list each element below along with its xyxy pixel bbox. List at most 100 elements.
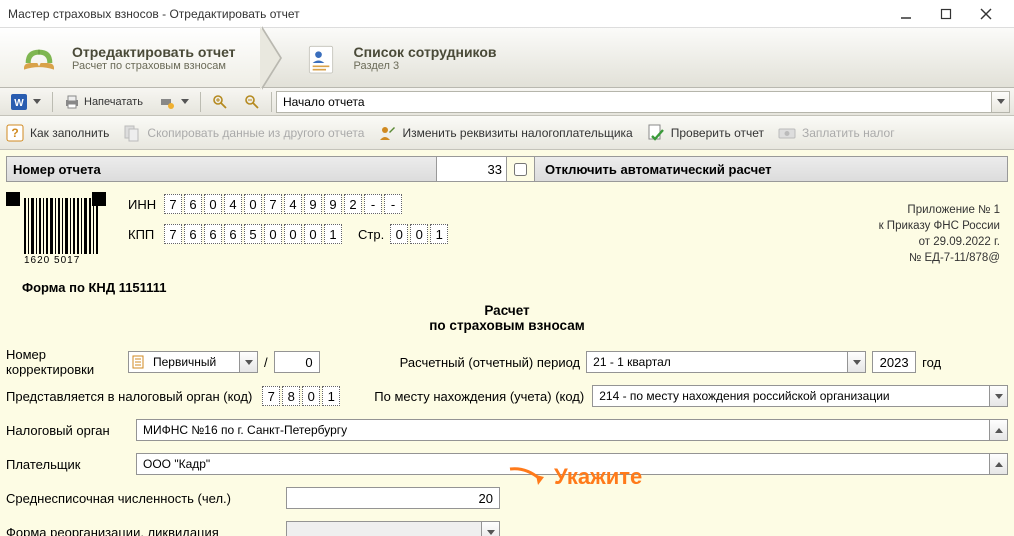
zoom-in-button[interactable] bbox=[205, 91, 235, 113]
barcode-text: 1620 5017 bbox=[24, 255, 80, 266]
correction-number-input[interactable] bbox=[274, 351, 320, 373]
tax-body-label: Налоговый орган bbox=[6, 423, 136, 438]
inn-cells[interactable]: 7604074992-- bbox=[164, 194, 404, 214]
print-settings-button[interactable] bbox=[152, 91, 196, 113]
page-label: Стр. bbox=[358, 227, 384, 242]
svg-text:?: ? bbox=[11, 126, 18, 140]
digit-cell[interactable]: 0 bbox=[302, 386, 320, 406]
word-export-button[interactable]: W bbox=[4, 91, 48, 113]
printer-icon bbox=[64, 94, 80, 110]
reorg-select[interactable] bbox=[286, 521, 500, 536]
edit-taxpayer-button[interactable]: Изменить реквизиты налогоплательщика bbox=[378, 124, 632, 142]
digit-cell[interactable]: - bbox=[364, 194, 382, 214]
digit-cell[interactable]: 1 bbox=[430, 224, 448, 244]
form-knd-code: Форма по КНД 1151111 bbox=[22, 280, 1008, 295]
digit-cell[interactable]: 1 bbox=[322, 386, 340, 406]
person-edit-icon bbox=[378, 124, 396, 142]
digit-cell[interactable]: 0 bbox=[264, 224, 282, 244]
period-label: Расчетный (отчетный) период bbox=[400, 355, 581, 370]
digit-cell[interactable]: 5 bbox=[244, 224, 262, 244]
report-title: Расчет bbox=[6, 303, 1008, 318]
pay-button: Заплатить налог bbox=[778, 124, 895, 142]
tax-body-input[interactable]: МИФНС №16 по г. Санкт-Петербургу bbox=[136, 419, 1008, 441]
digit-cell[interactable]: - bbox=[384, 194, 402, 214]
digit-cell[interactable]: 0 bbox=[284, 224, 302, 244]
print-button[interactable]: Напечатать bbox=[57, 91, 150, 113]
digit-cell[interactable]: 9 bbox=[324, 194, 342, 214]
digit-cell[interactable]: 8 bbox=[282, 386, 300, 406]
disable-auto-checkbox[interactable] bbox=[514, 163, 527, 176]
check-button[interactable]: Проверить отчет bbox=[647, 124, 764, 142]
digit-cell[interactable]: 6 bbox=[184, 224, 202, 244]
wizard-steps: Отредактировать отчет Расчет по страховы… bbox=[0, 28, 1014, 88]
digit-cell[interactable]: 1 bbox=[324, 224, 342, 244]
digit-cell[interactable]: 7 bbox=[164, 194, 182, 214]
kpp-cells[interactable]: 766650001 bbox=[164, 224, 344, 244]
year-input[interactable] bbox=[872, 351, 916, 373]
dropdown-icon[interactable] bbox=[847, 352, 865, 372]
digit-cell[interactable]: 0 bbox=[244, 194, 262, 214]
reorg-label: Форма реорганизации, ликвидация bbox=[6, 525, 286, 536]
digit-cell[interactable]: 9 bbox=[304, 194, 322, 214]
help-icon: ? bbox=[6, 124, 24, 142]
arrow-icon bbox=[508, 465, 546, 489]
section-combo[interactable] bbox=[276, 91, 1010, 113]
close-button[interactable] bbox=[966, 0, 1006, 28]
check-label: Проверить отчет bbox=[671, 126, 764, 140]
toolbar-actions: ? Как заполнить Скопировать данные из др… bbox=[0, 116, 1014, 150]
report-number-row: Номер отчета Отключить автоматический ра… bbox=[6, 156, 1008, 182]
field-expand-button[interactable] bbox=[989, 454, 1007, 474]
digit-cell[interactable]: 7 bbox=[264, 194, 282, 214]
location-value: 214 - по месту нахождения российской орг… bbox=[593, 389, 989, 403]
check-icon bbox=[647, 124, 665, 142]
document-icon bbox=[129, 355, 147, 369]
avg-headcount-input[interactable] bbox=[286, 487, 500, 509]
titlebar: Мастер страховых взносов - Отредактирова… bbox=[0, 0, 1014, 28]
inn-label: ИНН bbox=[128, 197, 164, 212]
zoom-in-icon bbox=[212, 94, 228, 110]
correction-type-select[interactable]: Первичный bbox=[128, 351, 258, 373]
dropdown-icon[interactable] bbox=[481, 522, 499, 536]
dropdown-icon[interactable] bbox=[239, 352, 257, 372]
digit-cell[interactable]: 2 bbox=[344, 194, 362, 214]
tax-office-cells[interactable]: 7801 bbox=[262, 386, 342, 406]
correction-label: Номер корректировки bbox=[6, 347, 128, 377]
maximize-button[interactable] bbox=[926, 0, 966, 28]
location-select[interactable]: 214 - по месту нахождения российской орг… bbox=[592, 385, 1008, 407]
report-subtitle: по страховым взносам bbox=[6, 318, 1008, 333]
digit-cell[interactable]: 0 bbox=[410, 224, 428, 244]
section-combo-dropdown[interactable] bbox=[992, 91, 1010, 113]
tax-office-label: Представляется в налоговый орган (код) bbox=[6, 389, 252, 404]
wizard-step2-title: Список сотрудников bbox=[354, 44, 497, 60]
minimize-button[interactable] bbox=[886, 0, 926, 28]
report-number-input[interactable] bbox=[437, 157, 507, 181]
digit-cell[interactable]: 0 bbox=[390, 224, 408, 244]
digit-cell[interactable]: 7 bbox=[164, 224, 182, 244]
digit-cell[interactable]: 0 bbox=[304, 224, 322, 244]
wizard-step-employees[interactable]: Список сотрудников Раздел 3 bbox=[260, 28, 521, 87]
printer-gear-icon bbox=[159, 94, 175, 110]
wizard-step-edit-report[interactable]: Отредактировать отчет Расчет по страховы… bbox=[0, 28, 260, 87]
section-combo-input[interactable] bbox=[276, 91, 992, 113]
report-form: Номер отчета Отключить автоматический ра… bbox=[0, 150, 1014, 536]
svg-text:W: W bbox=[14, 98, 24, 109]
year-suffix: год bbox=[922, 355, 941, 370]
digit-cell[interactable]: 4 bbox=[224, 194, 242, 214]
copy-button: Скопировать данные из другого отчета bbox=[123, 124, 364, 142]
barcode: 1620 5017 bbox=[6, 192, 106, 264]
help-button[interactable]: ? Как заполнить bbox=[6, 124, 109, 142]
digit-cell[interactable]: 7 bbox=[262, 386, 280, 406]
digit-cell[interactable]: 6 bbox=[184, 194, 202, 214]
dropdown-icon[interactable] bbox=[989, 386, 1007, 406]
digit-cell[interactable]: 6 bbox=[204, 224, 222, 244]
digit-cell[interactable]: 0 bbox=[204, 194, 222, 214]
help-label: Как заполнить bbox=[30, 126, 109, 140]
field-expand-button[interactable] bbox=[989, 420, 1007, 440]
digit-cell[interactable]: 6 bbox=[224, 224, 242, 244]
zoom-out-button[interactable] bbox=[237, 91, 267, 113]
page-cells[interactable]: 001 bbox=[390, 224, 450, 244]
period-select[interactable]: 21 - 1 квартал bbox=[586, 351, 866, 373]
report-number-label: Номер отчета bbox=[7, 157, 437, 181]
print-label: Напечатать bbox=[84, 96, 143, 108]
digit-cell[interactable]: 4 bbox=[284, 194, 302, 214]
